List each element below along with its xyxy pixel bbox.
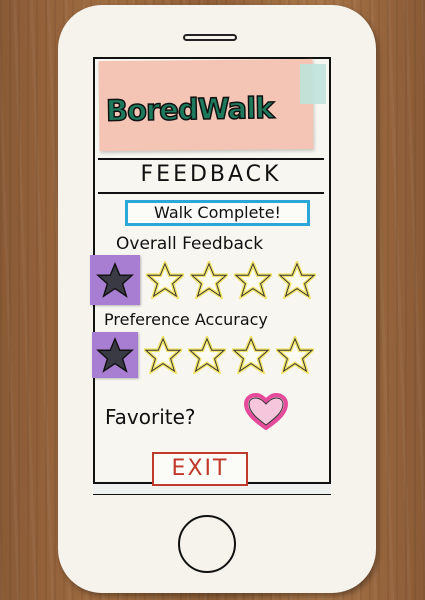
preference-star-3[interactable] (188, 336, 226, 374)
overall-feedback-label: Overall Feedback (116, 234, 264, 254)
overall-feedback-rating[interactable] (90, 255, 316, 305)
overall-star-1[interactable] (90, 255, 140, 305)
overall-star-2[interactable] (146, 261, 184, 299)
favorite-button[interactable] (243, 392, 289, 432)
favorite-label: Favorite? (105, 405, 196, 429)
title-rule (98, 158, 324, 160)
preference-star-5[interactable] (276, 336, 314, 374)
home-button[interactable] (178, 515, 236, 573)
star-filled-icon (96, 336, 134, 373)
preference-star-2[interactable] (144, 336, 182, 374)
preference-accuracy-label: Preference Accuracy (104, 310, 268, 329)
exit-button[interactable]: EXIT (152, 452, 248, 486)
preference-accuracy-rating[interactable] (92, 332, 314, 378)
app-logo: BoredWalk (105, 90, 275, 128)
phone-speaker (183, 34, 237, 41)
preference-star-1[interactable] (92, 332, 138, 378)
preference-star-4[interactable] (232, 336, 270, 374)
heart-icon (243, 392, 289, 431)
overall-star-4[interactable] (234, 261, 272, 299)
page-title: FEEDBACK (98, 162, 324, 194)
overall-star-3[interactable] (190, 261, 228, 299)
overall-star-5[interactable] (278, 261, 316, 299)
status-badge: Walk Complete! (125, 200, 310, 226)
star-filled-icon (96, 261, 134, 298)
